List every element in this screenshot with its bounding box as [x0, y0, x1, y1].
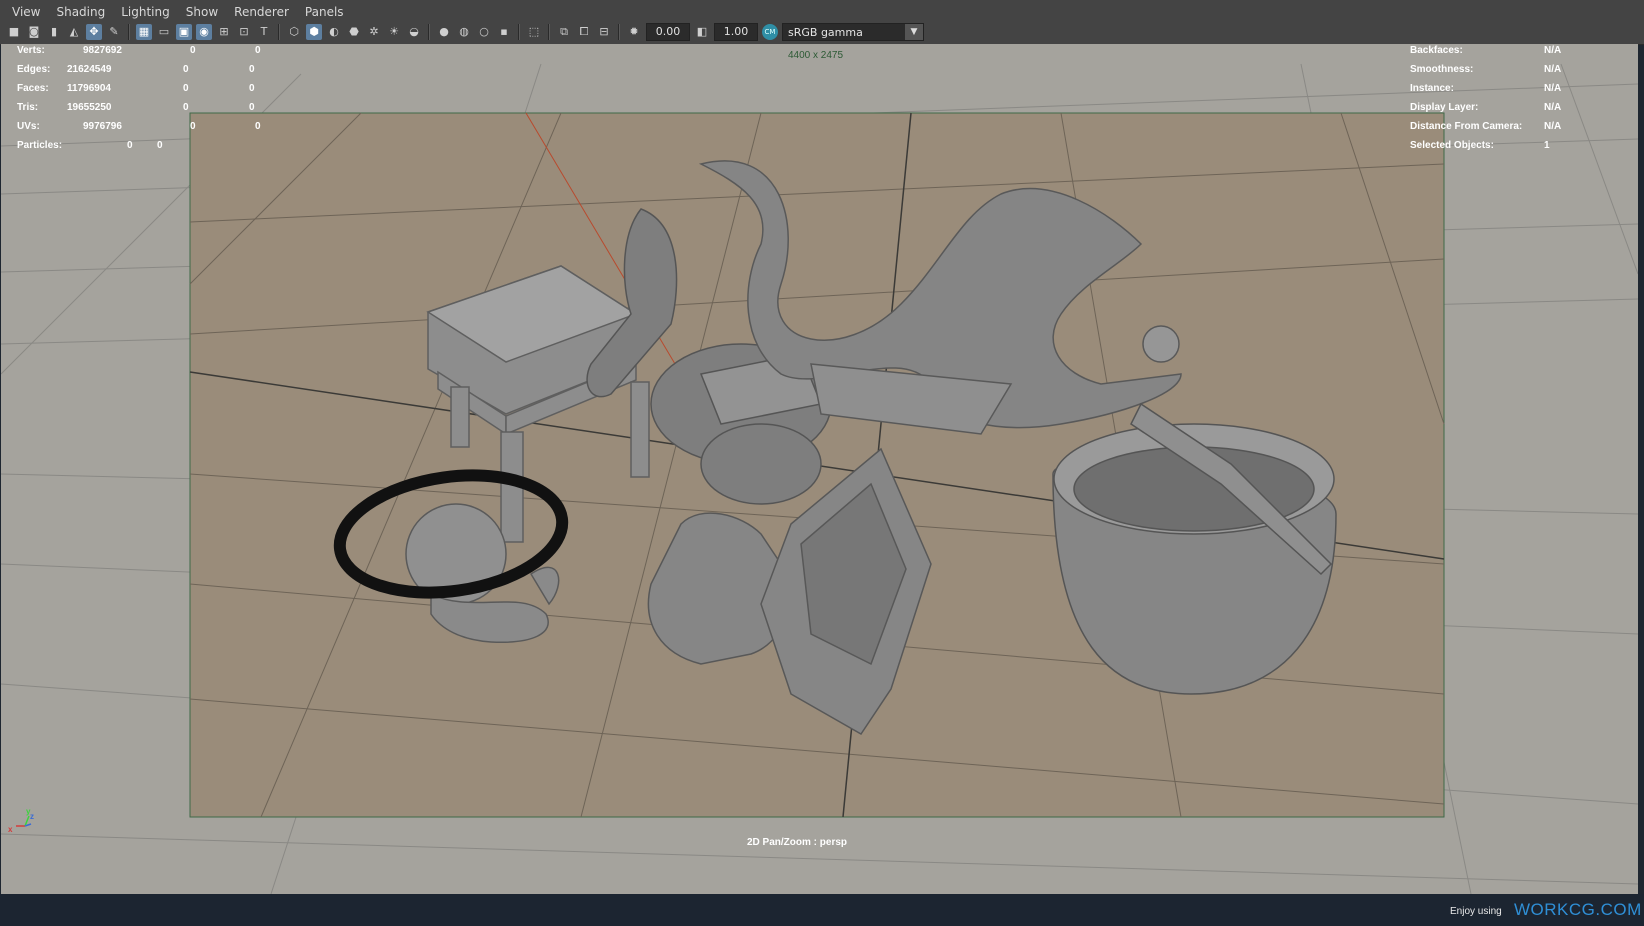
grease-pencil-icon[interactable]: ✎ [106, 24, 122, 40]
toolbar-separator [518, 24, 520, 40]
hud-value: 0 [183, 64, 189, 75]
hud-value: 11796904 [67, 83, 111, 94]
hud-label: Smoothness: [1410, 64, 1474, 75]
menu-lighting[interactable]: Lighting [113, 2, 178, 22]
hud-value: 9976796 [83, 121, 122, 132]
motion-blur-icon[interactable]: ● [436, 24, 452, 40]
hud-value: 0 [249, 83, 255, 94]
bookmark-icon[interactable]: ▮ [46, 24, 62, 40]
status-bar: Enjoy using WORKCG.COM [0, 894, 1644, 926]
3d-viewport[interactable]: x y z Verts: 9827692 0 0 Edges: 21624549 0 0 F… [1, 44, 1638, 894]
shadows-icon[interactable]: ☀ [386, 24, 402, 40]
grid-icon[interactable]: ▦ [136, 24, 152, 40]
cauldron-model[interactable] [1052, 402, 1337, 695]
hud-value: 0 [249, 64, 255, 75]
exposure-field[interactable]: 0.00 [646, 23, 690, 41]
isolate-select-icon[interactable]: ▪ [496, 24, 512, 40]
hud-label: Display Layer: [1410, 102, 1479, 113]
toolbar-separator [618, 24, 620, 40]
toolbar-separator [548, 24, 550, 40]
status-message: Enjoy using [1450, 906, 1502, 917]
wireframe-on-shaded-icon[interactable]: ◐ [326, 24, 342, 40]
gamma-icon[interactable]: ◧ [694, 24, 710, 40]
hud-label: Verts: [17, 45, 45, 56]
camera-attributes-icon[interactable]: ◙ [26, 24, 42, 40]
hud-value: N/A [1544, 121, 1562, 132]
hud-value: 0 [183, 102, 189, 113]
toolbar-separator [278, 24, 280, 40]
hud-value: 21624549 [67, 64, 112, 75]
panel-header: View Shading Lighting Show Renderer Pane… [0, 0, 1644, 45]
view-axis-indicator [16, 815, 32, 827]
gamma-field[interactable]: 1.00 [714, 23, 758, 41]
depth-of-field-icon[interactable]: ○ [476, 24, 492, 40]
menu-view[interactable]: View [4, 2, 48, 22]
hud-value: N/A [1544, 45, 1562, 56]
hud-label: UVs: [17, 121, 40, 132]
brand-watermark: WORKCG.COM [1514, 900, 1642, 919]
menu-shading[interactable]: Shading [48, 2, 113, 22]
xray-components-icon[interactable]: ⧠ [576, 24, 592, 40]
hud-label: Instance: [1410, 83, 1454, 94]
resolution-gate-icon[interactable]: ▣ [176, 24, 192, 40]
viewport-scene[interactable] [1, 44, 1638, 894]
hud-value: N/A [1544, 102, 1562, 113]
hud-label: Particles: [17, 140, 63, 151]
maya-viewport-window: View Shading Lighting Show Renderer Pane… [0, 0, 1644, 926]
2d-pan-zoom-icon[interactable]: ✥ [86, 24, 102, 40]
hud-value: 19655250 [67, 102, 112, 113]
hud-value: 1 [1544, 140, 1550, 151]
image-plane-icon[interactable]: ◭ [66, 24, 82, 40]
hud-value: 0 [127, 140, 133, 151]
use-all-lights-icon[interactable]: ✲ [366, 24, 382, 40]
toolbar-separator [128, 24, 130, 40]
menu-renderer[interactable]: Renderer [226, 2, 297, 22]
gate-mask-icon[interactable]: ◉ [196, 24, 212, 40]
smooth-shade-icon[interactable]: ⬢ [306, 24, 322, 40]
safe-title-icon[interactable]: T [256, 24, 272, 40]
hud-value: 0 [183, 83, 189, 94]
xray-joints-icon[interactable]: ⧉ [556, 24, 572, 40]
hud-value: N/A [1544, 64, 1562, 75]
camera-mode-label: 2D Pan/Zoom : persp [747, 837, 848, 848]
hud-label: Backfaces: [1410, 45, 1463, 56]
select-camera-icon[interactable]: ■ [6, 24, 22, 40]
menu-panels[interactable]: Panels [297, 2, 352, 22]
safe-action-icon[interactable]: ⊡ [236, 24, 252, 40]
color-management-icon[interactable]: CM [762, 24, 778, 40]
hud-value: 0 [255, 45, 261, 56]
resolution-gate-label: 4400 x 2475 [788, 50, 844, 61]
menu-show[interactable]: Show [178, 2, 226, 22]
axis-z-label: z [30, 812, 34, 821]
panel-menu-bar: View Shading Lighting Show Renderer Pane… [4, 2, 352, 22]
exposure-icon[interactable]: ✹ [626, 24, 642, 40]
hud-label: Selected Objects: [1410, 140, 1494, 151]
film-gate-icon[interactable]: ▭ [156, 24, 172, 40]
camera-frame-icon[interactable]: ⊟ [596, 24, 612, 40]
hud-value: 0 [157, 140, 163, 151]
hud-label: Tris: [17, 102, 39, 113]
hud-label: Faces: [17, 83, 49, 94]
hud-value: 0 [190, 121, 196, 132]
hud-value: N/A [1544, 83, 1562, 94]
multisample-aa-icon[interactable]: ◍ [456, 24, 472, 40]
view-transform-dropdown[interactable]: sRGB gamma ▼ [782, 23, 924, 41]
wireframe-icon[interactable]: ⬡ [286, 24, 302, 40]
hud-value: 9827692 [83, 45, 122, 56]
hud-value: 0 [190, 45, 196, 56]
hud-label: Edges: [17, 64, 51, 75]
screen-space-ao-icon[interactable]: ◒ [406, 24, 422, 40]
hud-label: Distance From Camera: [1410, 121, 1523, 132]
textured-icon[interactable]: ⬣ [346, 24, 362, 40]
toolbar-separator [428, 24, 430, 40]
chevron-down-icon[interactable]: ▼ [905, 24, 923, 40]
field-chart-icon[interactable]: ⊞ [216, 24, 232, 40]
hud-value: 0 [255, 121, 261, 132]
hud-value: 0 [249, 102, 255, 113]
xray-icon[interactable]: ⬚ [526, 24, 542, 40]
axis-x-label: x [8, 825, 13, 834]
view-transform-value: sRGB gamma [788, 25, 863, 39]
panel-toolbar: ■ ◙ ▮ ◭ ✥ ✎ ▦ ▭ ▣ ◉ ⊞ ⊡ T ⬡ ⬢ ◐ ⬣ ✲ ☀ ◒ … [4, 22, 924, 42]
